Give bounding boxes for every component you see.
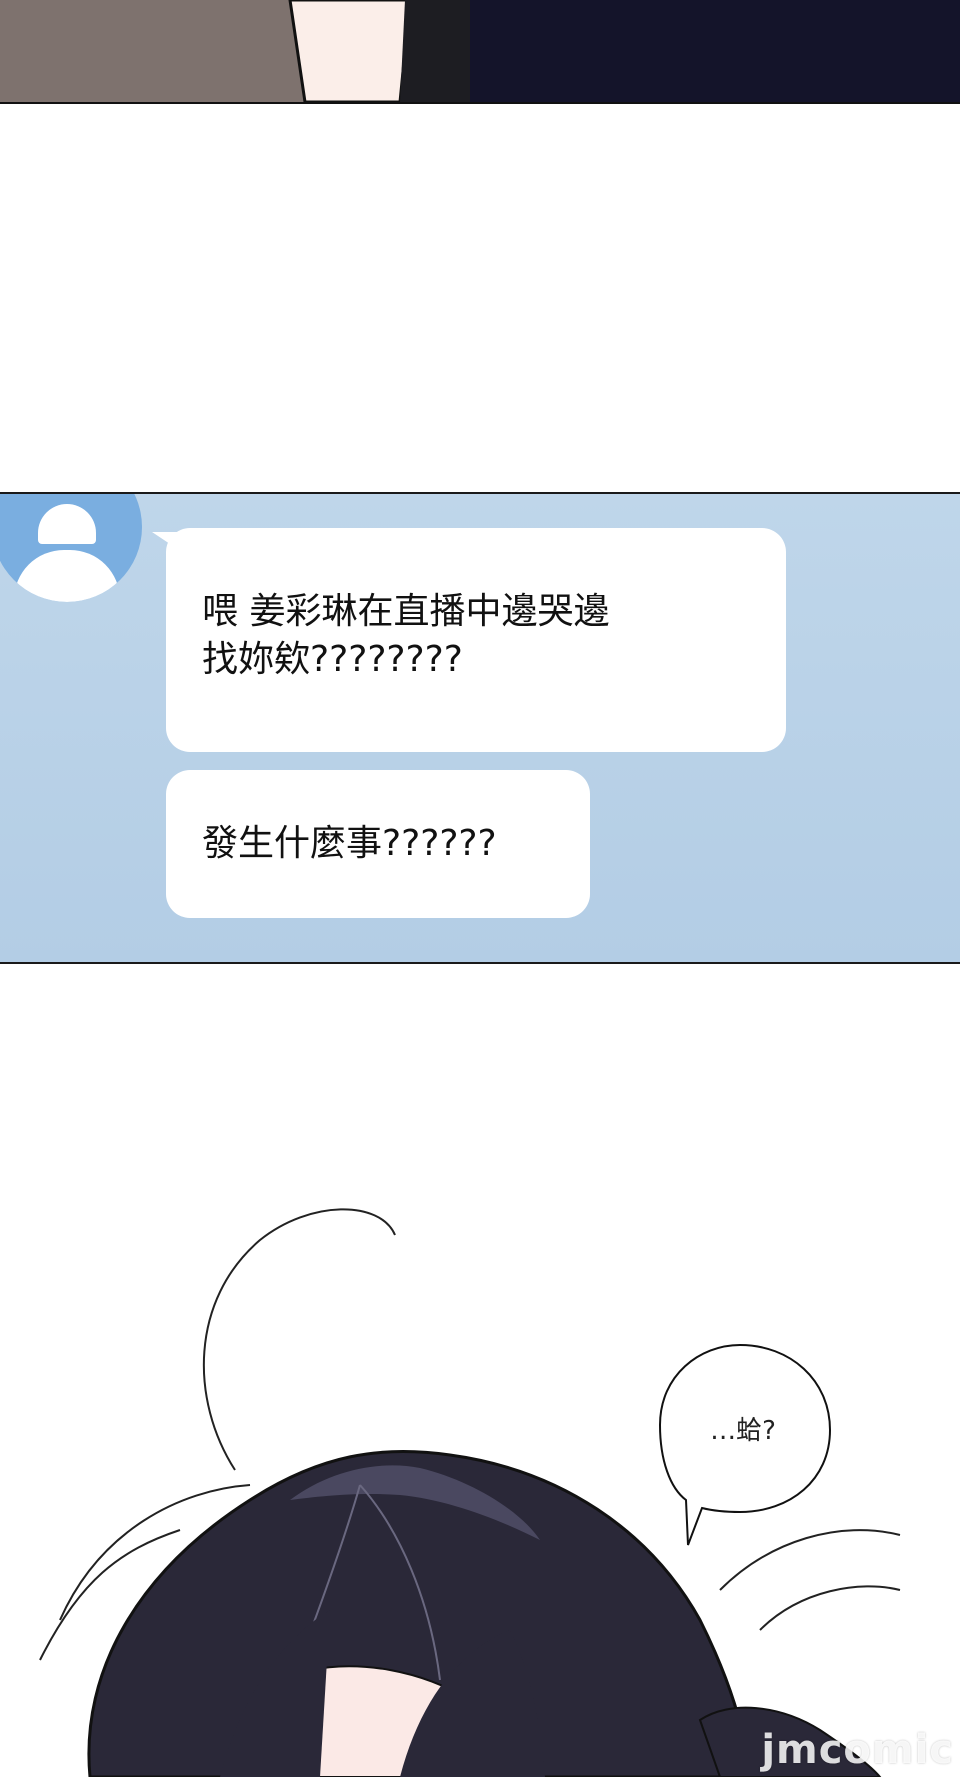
chat-panel: 喂 姜彩琳在直播中邊哭邊 找妳欸???????? 發生什麼事??????	[0, 492, 960, 964]
comic-page: 喂 姜彩琳在直播中邊哭邊 找妳欸???????? 發生什麼事?????? …蛤?	[0, 0, 960, 1777]
watermark: jmcomic	[761, 1727, 954, 1773]
bubble-tail	[152, 532, 182, 552]
top-panel	[0, 0, 960, 104]
chat-message-text: 找妳欸????????	[202, 639, 463, 680]
chat-message-bubble: 喂 姜彩琳在直播中邊哭邊 找妳欸????????	[152, 528, 786, 752]
speech-text: …蛤?	[710, 1416, 776, 1446]
chat-message-text: 發生什麼事??????	[202, 823, 497, 864]
chat-message-bubble: 發生什麼事??????	[166, 770, 590, 918]
speech-bubble	[658, 1343, 832, 1546]
avatar-body-shape	[14, 550, 120, 602]
avatar-head-shape	[38, 504, 96, 544]
chat-message-text: 喂 姜彩琳在直播中邊哭邊	[202, 591, 610, 632]
top-panel-art	[0, 0, 960, 102]
avatar	[0, 494, 142, 602]
